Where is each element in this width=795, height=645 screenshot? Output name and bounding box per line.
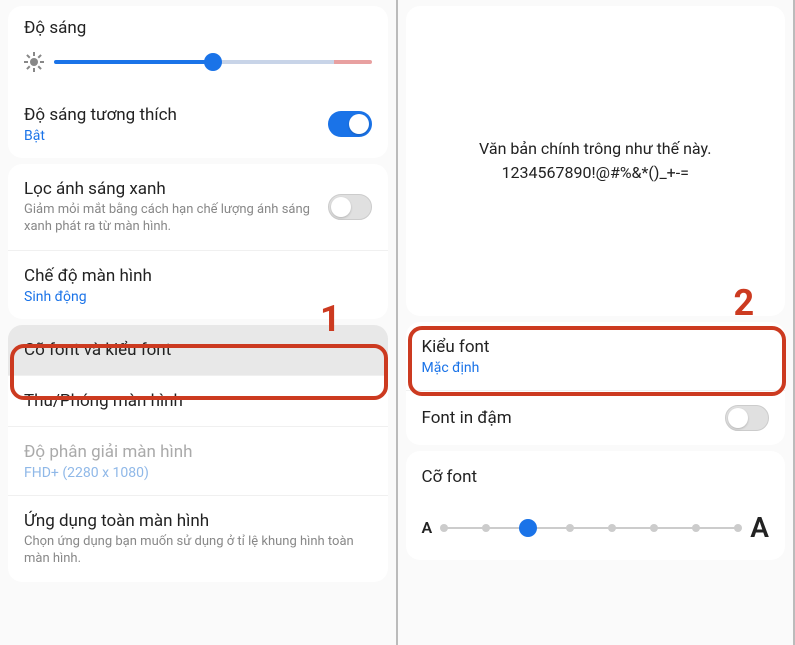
- screen-zoom-row[interactable]: Thu/Phóng màn hình: [8, 376, 388, 427]
- fontsizestyle-title: Cỡ font và kiểu font: [24, 339, 372, 361]
- bold-font-row[interactable]: Font in đậm: [406, 391, 786, 445]
- preview-area: Văn bản chính trông như thế này. 1234567…: [406, 6, 786, 316]
- fullscreen-desc: Chọn ứng dụng bạn muốn sử dụng ở tỉ lệ k…: [24, 534, 372, 568]
- brightness-slider[interactable]: [24, 52, 372, 72]
- blue-filter-row[interactable]: Lọc ánh sáng xanh Giảm mỏi mắt bằng cách…: [8, 164, 388, 251]
- adaptive-toggle[interactable]: [328, 111, 372, 137]
- adaptive-title: Độ sáng tương thích: [24, 104, 316, 126]
- font-size-style-row[interactable]: Cỡ font và kiểu font: [8, 325, 388, 376]
- font-large-a: A: [750, 511, 769, 544]
- font-style-row[interactable]: Kiểu font Mặc định: [406, 322, 786, 391]
- sun-icon: [24, 52, 44, 72]
- bluefilter-title: Lọc ánh sáng xanh: [24, 178, 316, 200]
- brightness-row: Độ sáng: [8, 6, 388, 90]
- font-small-a: A: [422, 518, 433, 537]
- screenmode-title: Chế độ màn hình: [24, 265, 372, 287]
- fullscreen-apps-row[interactable]: Ứng dụng toàn màn hình Chọn ứng dụng bạn…: [8, 496, 388, 582]
- zoom-title: Thu/Phóng màn hình: [24, 390, 372, 412]
- fontstyle-value: Mặc định: [422, 360, 770, 376]
- resolution-row: Độ phân giải màn hình FHD+ (2280 x 1080): [8, 427, 388, 496]
- preview-line-2: 1234567890!@#%&*()_+-=: [502, 161, 689, 185]
- left-screen: Độ sáng Độ sáng: [0, 0, 398, 645]
- font-size-track[interactable]: [444, 527, 738, 529]
- brightness-thumb[interactable]: [204, 53, 222, 71]
- filter-mode-card: Lọc ánh sáng xanh Giảm mỏi mắt bằng cách…: [8, 164, 388, 319]
- right-screen: Văn bản chính trông như thế này. 1234567…: [398, 0, 795, 645]
- adaptive-brightness-row[interactable]: Độ sáng tương thích Bật: [8, 90, 388, 158]
- brightness-card: Độ sáng Độ sáng: [8, 6, 388, 158]
- adaptive-status: Bật: [24, 128, 316, 144]
- bluefilter-desc: Giảm mỏi mắt bằng cách hạn chế lượng ánh…: [24, 202, 316, 236]
- font-options-card: Kiểu font Mặc định Font in đậm: [406, 322, 786, 445]
- boldfont-toggle[interactable]: [725, 405, 769, 431]
- font-size-slider[interactable]: A A: [422, 511, 770, 544]
- fontstyle-title: Kiểu font: [422, 336, 770, 358]
- brightness-title: Độ sáng: [24, 18, 372, 38]
- fullscreen-title: Ứng dụng toàn màn hình: [24, 510, 372, 532]
- screenmode-value: Sinh động: [24, 289, 372, 305]
- preview-line-1: Văn bản chính trông như thế này.: [479, 137, 711, 161]
- font-size-card: Cỡ font A A: [406, 451, 786, 560]
- screen-mode-row[interactable]: Chế độ màn hình Sinh động: [8, 251, 388, 319]
- font-size-thumb[interactable]: [519, 519, 537, 537]
- resolution-value: FHD+ (2280 x 1080): [24, 465, 372, 481]
- boldfont-title: Font in đậm: [422, 407, 714, 429]
- fontsize-title: Cỡ font: [422, 467, 770, 487]
- brightness-track[interactable]: [54, 60, 372, 64]
- bluefilter-toggle[interactable]: [328, 194, 372, 220]
- display-options-card: Cỡ font và kiểu font Thu/Phóng màn hình …: [8, 325, 388, 582]
- resolution-title: Độ phân giải màn hình: [24, 441, 372, 463]
